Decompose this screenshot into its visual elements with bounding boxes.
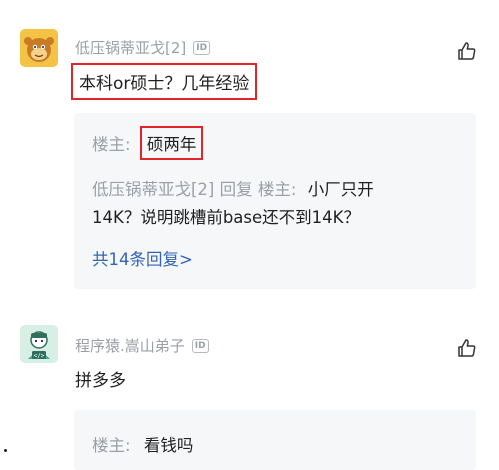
comment-text: 本科or硕士？几年经验 — [71, 63, 258, 100]
reply-target[interactable]: 楼主: — [258, 180, 297, 199]
reply-panel: 楼主: 硕两年 低压锅蒂亚戈[2] 回复 楼主: 小厂只开 14K？说明跳槽前b… — [74, 113, 476, 289]
reply-panel: 楼主: 看钱吗 — [74, 410, 476, 470]
comment-text: 拼多多 — [75, 371, 126, 391]
username-text[interactable]: 程序猿.嵩山弟子 — [75, 335, 185, 356]
thumbs-up-icon[interactable] — [457, 338, 477, 358]
highlighted-comment: 本科or硕士？几年经验 — [71, 63, 258, 100]
id-badge: ID — [193, 40, 211, 55]
svg-text:</>: </> — [34, 353, 45, 360]
comment-username[interactable]: 低压锅蒂亚戈[2] ID — [75, 37, 211, 58]
comment-item: 低压锅蒂亚戈[2] ID 本科or硕士？几年经验 楼主: 硕两年 低压锅蒂亚戈[… — [0, 0, 499, 300]
reply-author[interactable]: 楼主: — [92, 135, 131, 154]
reply-item[interactable]: 楼主: 看钱吗 — [92, 432, 193, 456]
monkey-avatar-icon[interactable] — [20, 29, 58, 67]
reply-item[interactable]: 楼主: 硕两年 — [92, 126, 204, 160]
reply-item[interactable]: 低压锅蒂亚戈[2] 回复 楼主: 小厂只开 — [92, 176, 374, 200]
reply-author[interactable]: 楼主: — [92, 436, 131, 455]
reply-text: 看钱吗 — [143, 436, 194, 455]
reply-action: 回复 — [219, 180, 253, 199]
highlighted-reply: 硕两年 — [139, 126, 204, 160]
comment-username[interactable]: 程序猿.嵩山弟子 ID — [75, 335, 209, 356]
username-text[interactable]: 低压锅蒂亚戈[2] — [75, 37, 186, 58]
reply-author[interactable]: 低压锅蒂亚戈[2] — [92, 180, 214, 199]
comment-item: </> 程序猿.嵩山弟子 ID 拼多多 楼主: 看钱吗 — [0, 300, 499, 470]
thumbs-up-icon[interactable] — [457, 41, 477, 61]
reply-text-line2: 14K？说明跳槽前base还不到14K？ — [92, 208, 360, 227]
more-replies-link[interactable]: 共14条回复> — [92, 246, 193, 270]
stray-dot — [4, 449, 7, 452]
reply-text-line1: 小厂只开 — [307, 180, 374, 199]
programmer-avatar-icon[interactable]: </> — [20, 325, 58, 363]
id-badge: ID — [191, 338, 209, 353]
